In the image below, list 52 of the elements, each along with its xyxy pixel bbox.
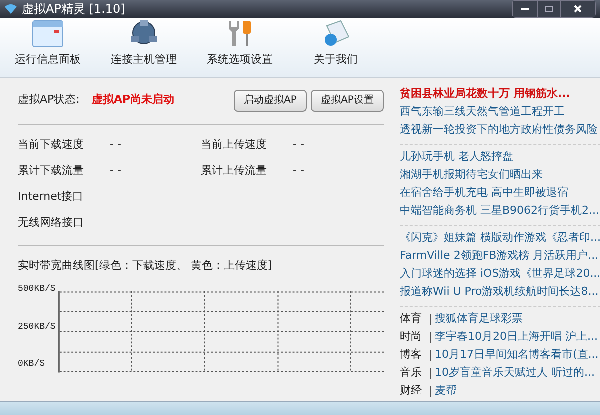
news-link[interactable]: 儿孙玩手机 老人怒摔盘 — [400, 149, 514, 166]
minimize-button[interactable] — [513, 1, 537, 17]
news-link[interactable]: 透视新一轮投资下的地方政府性债务风险 — [400, 122, 598, 139]
axis-label: 250KB/S — [18, 322, 57, 332]
close-icon — [574, 5, 582, 13]
graph-title: 实时带宽曲线图[绿色：下载速度、 黄色：上传速度] — [18, 258, 274, 274]
stat-value: - - — [110, 163, 122, 180]
news-link[interactable]: 湘湖手机报期待宅女们晒出来 — [400, 167, 543, 184]
news-link[interactable]: 贫困县林业局花数十万 用钢筋水... — [400, 86, 570, 103]
status-value: 虚拟AP尚未启动 — [92, 92, 176, 108]
stat-value: - - — [110, 137, 122, 154]
news-link[interactable]: 10岁盲童音乐天赋过人 听过的... — [435, 365, 595, 382]
interface-label: Internet接口 — [18, 189, 84, 206]
action-button[interactable]: 虚拟AP设置 — [311, 90, 384, 112]
wifi-icon — [4, 3, 18, 15]
axis-label: 500KB/S — [18, 285, 57, 294]
window-title: 虚拟AP精灵 [1.10] — [22, 1, 126, 18]
stat-label: 当前上传速度 — [201, 137, 268, 154]
close-button[interactable] — [561, 1, 595, 17]
category-label: 财经 — [400, 383, 423, 400]
action-button[interactable]: 启动虚拟AP — [234, 90, 307, 112]
news-link[interactable]: 在宿舍给手机充电 高中生即被退宿 — [400, 185, 568, 202]
stat-label: 累计下载流量 — [18, 163, 85, 180]
maximize-button[interactable] — [537, 1, 561, 17]
maximize-icon — [545, 6, 553, 12]
news-link[interactable]: 搜狐体育足球彩票 — [435, 311, 523, 328]
status-label: 虚拟AP状态: — [18, 92, 81, 108]
news-link[interactable]: 入门球迷的选择 iOS游戏《世界足球20... — [400, 266, 600, 283]
toolbar-button[interactable]: 关于我们 — [288, 18, 384, 68]
toolbar-button[interactable]: 连接主机管理 — [96, 18, 192, 68]
axis-label: 0KB/S — [18, 360, 46, 369]
minimize-icon — [521, 8, 529, 10]
stat-value: - - — [293, 137, 304, 154]
toolbar-button[interactable]: 系统选项设置 — [192, 18, 288, 68]
toolbar-button[interactable]: 运行信息面板 — [0, 20, 96, 68]
news-link[interactable]: 《闪克》姐妹篇 横版动作游戏《忍者印... — [400, 230, 600, 247]
interface-label: 无线网络接口 — [18, 215, 84, 232]
stat-label: 累计上传流量 — [201, 163, 268, 180]
news-link[interactable]: 10月17日早间知名博客看市(直... — [435, 347, 599, 364]
category-label: 博客 — [400, 347, 423, 364]
news-link[interactable]: 李宇春10月20日上海开唱 沪上... — [435, 329, 598, 346]
news-link[interactable]: FarmVille 2领跑FB游戏榜 月活跃用户... — [400, 248, 599, 265]
news-link[interactable]: 麦帮 — [435, 383, 457, 400]
stat-label: 当前下载速度 — [18, 137, 85, 154]
news-link[interactable]: 西气东输三线天然气管道工程开工 — [400, 104, 565, 121]
news-link[interactable]: 中端智能商务机 三星B9062行货手机2... — [400, 203, 600, 220]
news-link[interactable]: 报道称Wii U Pro游戏机续航时间长达8... — [400, 284, 599, 301]
category-label: 时尚 — [400, 329, 423, 346]
category-label: 音乐 — [400, 365, 423, 382]
category-label: 体育 — [400, 311, 423, 328]
window-icon — [32, 20, 64, 48]
stat-value: - - — [293, 163, 304, 180]
